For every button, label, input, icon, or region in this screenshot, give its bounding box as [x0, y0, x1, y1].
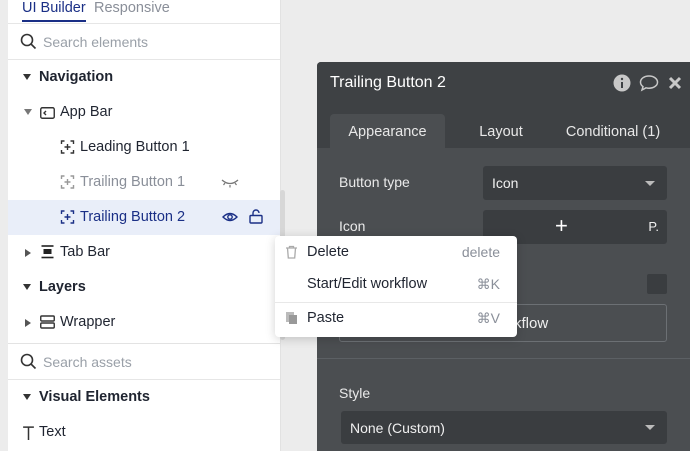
menu-item-shortcut: ⌘V: [476, 310, 500, 326]
menu-item-delete[interactable]: Delete delete: [275, 236, 517, 269]
context-menu: Delete delete Start/Edit workflow ⌘K Pas…: [275, 236, 517, 337]
asset-item-text[interactable]: Text: [8, 415, 280, 450]
tree-label: Layers: [39, 279, 86, 295]
menu-item-start-edit-workflow[interactable]: Start/Edit workflow ⌘K: [275, 268, 517, 301]
button-element-icon: [60, 175, 75, 189]
tab-bar-icon: [41, 245, 54, 259]
icon-suffix: P.: [648, 219, 659, 234]
search-icon: [20, 353, 37, 370]
tab-appearance[interactable]: Appearance: [330, 114, 445, 148]
tree-item-app-bar[interactable]: App Bar: [8, 95, 280, 130]
paste-icon: [286, 312, 297, 324]
menu-item-shortcut: delete: [461, 244, 500, 260]
tree-label: Wrapper: [60, 314, 116, 330]
tree-label: Trailing Button 1: [80, 174, 186, 190]
tree-label: Navigation: [39, 69, 114, 85]
tree-item-trailing-button-1[interactable]: Trailing Button 1: [8, 165, 280, 200]
tree-item-leading-button-1[interactable]: Leading Button 1: [8, 130, 280, 165]
tree-item-layers[interactable]: Layers: [8, 270, 280, 305]
caret-down-icon[interactable]: [23, 394, 31, 400]
asset-label: Text: [39, 424, 66, 440]
section-divider: [317, 358, 690, 359]
tab-layout[interactable]: Layout: [457, 114, 545, 148]
menu-item-paste[interactable]: Paste ⌘V: [275, 302, 517, 335]
property-editor-title: Trailing Button 2: [330, 74, 446, 91]
search-elements-bar[interactable]: Search elements: [8, 24, 280, 60]
tree-item-wrapper[interactable]: Wrapper: [8, 305, 280, 340]
dropdown-value: None (Custom): [350, 420, 445, 436]
caret-down-icon[interactable]: [23, 74, 31, 80]
menu-item-label: Delete: [307, 244, 349, 260]
checkbox[interactable]: [647, 274, 667, 294]
search-elements-input[interactable]: Search elements: [43, 34, 148, 50]
close-icon[interactable]: [668, 76, 682, 90]
search-icon: [20, 33, 37, 50]
unlock-icon[interactable]: [249, 209, 263, 224]
tree-label: Tab Bar: [60, 244, 110, 260]
panel-tabs: UI Builder Responsive: [8, 0, 280, 24]
tree-label: App Bar: [60, 104, 113, 120]
search-assets-input[interactable]: Search assets: [43, 354, 132, 370]
caret-down-icon[interactable]: [23, 284, 31, 290]
tab-responsive[interactable]: Responsive: [94, 0, 170, 16]
property-tabs: Appearance Layout Conditional (1): [317, 104, 690, 148]
comment-icon[interactable]: [639, 74, 659, 92]
property-editor-header: Trailing Button 2: [317, 62, 690, 104]
element-tree-panel: UI Builder Responsive Search elements Na…: [8, 0, 285, 451]
group-icon: [40, 315, 55, 329]
tab-conditional[interactable]: Conditional (1): [557, 114, 669, 148]
button-type-dropdown[interactable]: Icon: [483, 166, 667, 200]
tree-label: Leading Button 1: [80, 139, 190, 155]
category-label: Visual Elements: [39, 389, 150, 405]
search-assets-bar[interactable]: Search assets: [8, 344, 280, 380]
tree-item-tab-bar[interactable]: Tab Bar: [8, 235, 280, 270]
button-element-icon: [60, 140, 75, 154]
tree-item-trailing-button-2[interactable]: Trailing Button 2: [8, 200, 280, 235]
style-dropdown[interactable]: None (Custom): [341, 411, 667, 444]
tree-item-navigation[interactable]: Navigation: [8, 60, 280, 95]
text-icon: [23, 426, 34, 440]
menu-item-label: Start/Edit workflow: [307, 276, 428, 292]
dropdown-arrow-icon: [645, 181, 655, 186]
info-icon[interactable]: [613, 74, 631, 92]
hidden-eye-icon[interactable]: [221, 178, 239, 188]
button-element-icon: [60, 210, 75, 224]
menu-item-label: Paste: [307, 310, 345, 326]
caret-right-icon[interactable]: [25, 319, 31, 327]
dropdown-arrow-icon: [645, 425, 655, 430]
tab-ui-builder[interactable]: UI Builder: [22, 0, 86, 22]
eye-icon[interactable]: [222, 211, 238, 223]
workflow-button-label: kflow: [514, 315, 549, 332]
dropdown-value: Icon: [492, 175, 519, 191]
plus-icon: +: [555, 213, 568, 238]
caret-down-icon[interactable]: [24, 109, 32, 115]
icon-label: Icon: [339, 218, 366, 234]
trash-icon: [286, 245, 297, 259]
app-bar-icon: [40, 107, 55, 119]
tree-label: Trailing Button 2: [80, 209, 186, 225]
button-type-label: Button type: [339, 174, 410, 190]
category-visual-elements[interactable]: Visual Elements: [8, 380, 280, 415]
caret-right-icon[interactable]: [25, 249, 31, 257]
style-label: Style: [339, 385, 371, 401]
menu-item-shortcut: ⌘K: [476, 276, 500, 292]
